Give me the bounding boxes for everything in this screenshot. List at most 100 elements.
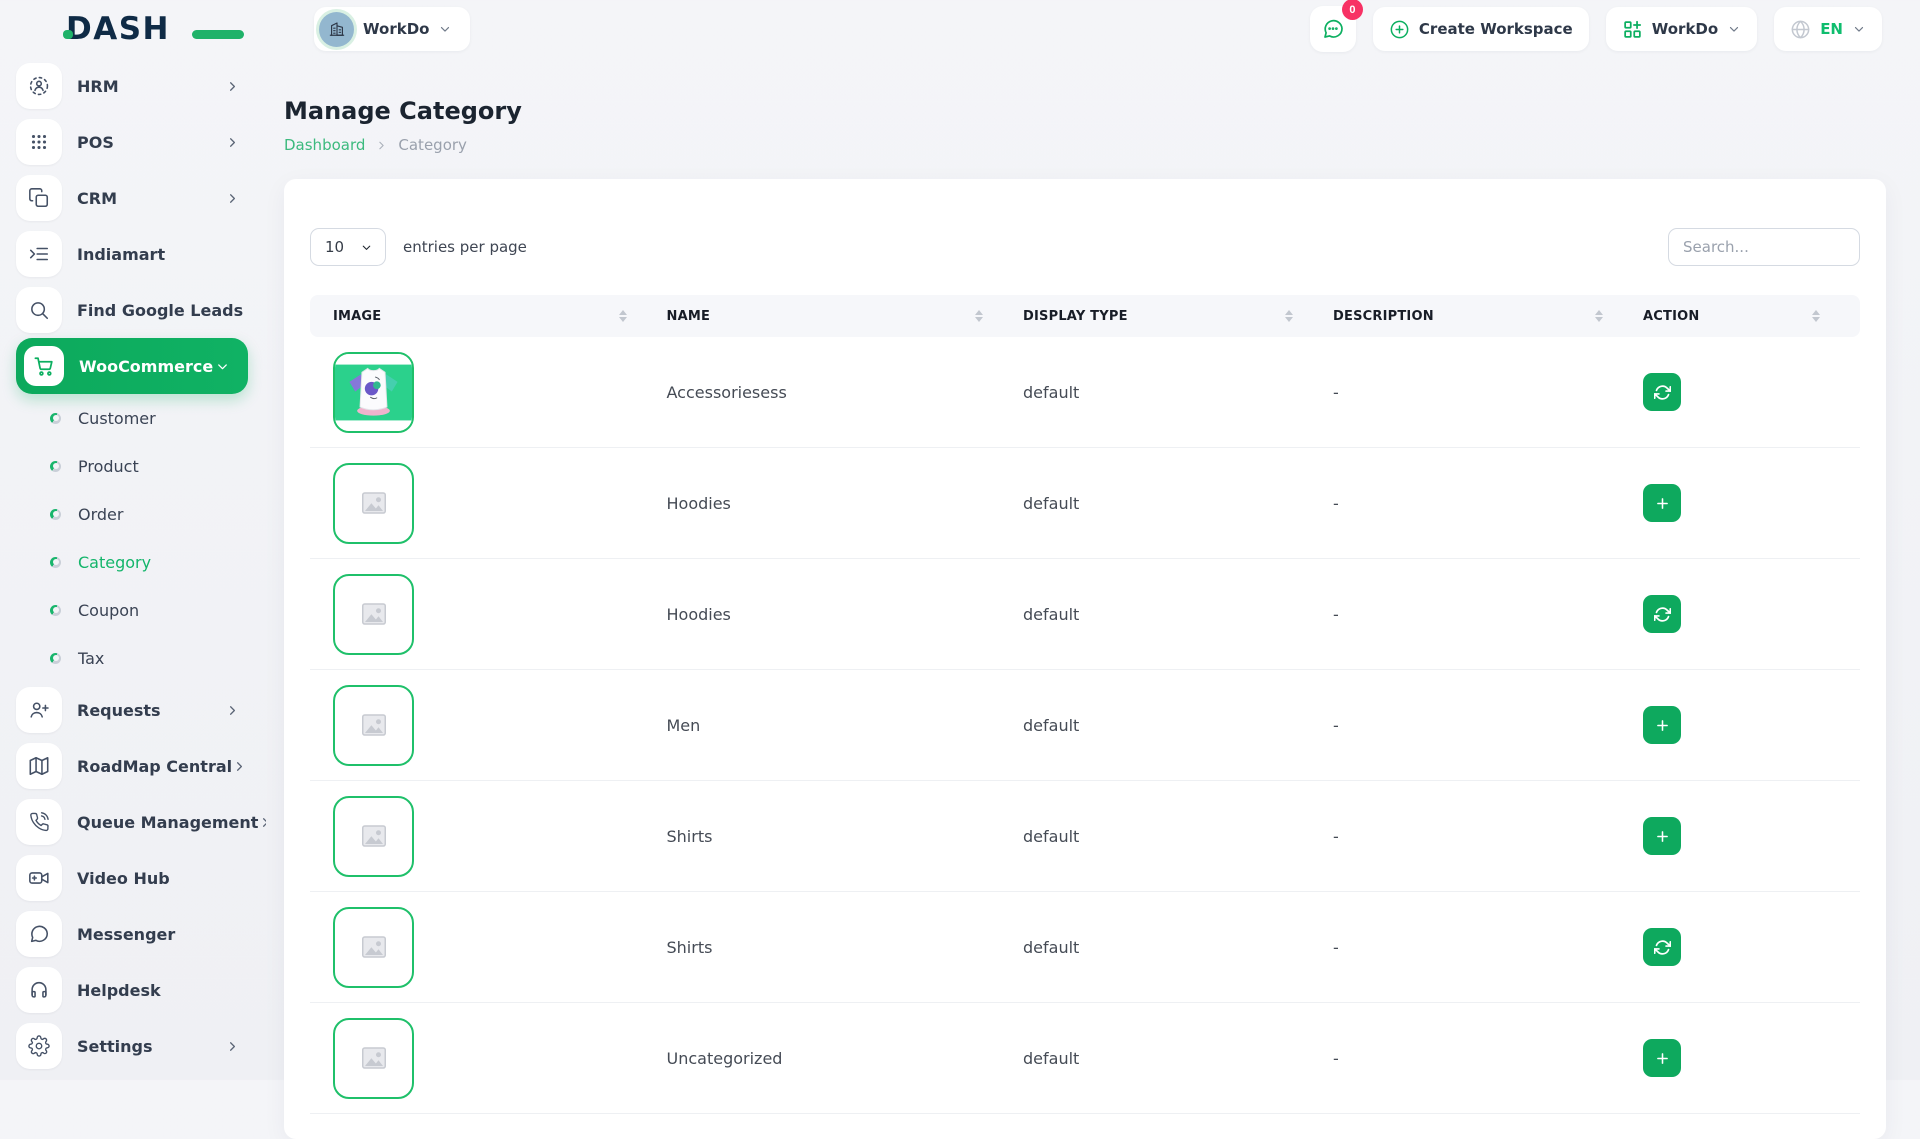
name-cell: Hoodies (667, 494, 1024, 513)
table-row: Shirts default - (310, 781, 1860, 892)
plus-icon (1654, 1050, 1671, 1067)
sidebar-subitem-label: Category (78, 553, 151, 572)
sidebar-item-helpdesk[interactable]: Helpdesk (16, 962, 266, 1018)
column-header-image[interactable]: IMAGE (310, 309, 667, 324)
display-type-cell: default (1023, 1049, 1333, 1068)
sidebar-subitem-label: Customer (78, 409, 156, 428)
sidebar-item-messenger[interactable]: Messenger (16, 906, 266, 962)
sidebar-item-hrm[interactable]: HRM (16, 58, 266, 114)
action-add-button[interactable] (1643, 1039, 1681, 1077)
action-refresh-button[interactable] (1643, 595, 1681, 633)
sidebar-item-requests[interactable]: Requests (16, 682, 266, 738)
column-header-description[interactable]: DESCRIPTION (1333, 309, 1643, 324)
grid-plus-icon (1622, 19, 1643, 40)
chevron-right-icon (225, 79, 240, 94)
sort-icon (619, 310, 627, 322)
sidebar-subitem-product[interactable]: Product (16, 442, 266, 490)
create-workspace-button[interactable]: Create Workspace (1373, 7, 1589, 51)
action-cell (1643, 595, 1860, 633)
column-header-display-type[interactable]: DISPLAY TYPE (1023, 309, 1333, 324)
headset-icon (16, 967, 62, 1013)
sidebar-item-label: Queue Management (77, 813, 258, 832)
action-refresh-button[interactable] (1643, 928, 1681, 966)
table-row: Shirts default - (310, 892, 1860, 1003)
video-icon (16, 855, 62, 901)
page-size-value: 10 (325, 238, 344, 256)
category-thumbnail (333, 574, 414, 655)
sort-icon (1285, 310, 1293, 322)
notification-badge: 0 (1342, 0, 1363, 20)
search-input[interactable] (1668, 228, 1860, 266)
bullet-icon (50, 605, 61, 616)
sidebar-subitem-category[interactable]: Category (16, 538, 266, 586)
breadcrumb-dashboard-link[interactable]: Dashboard (284, 136, 365, 154)
user-plus-icon (16, 687, 62, 733)
table-row: Accessoriesess default - (310, 337, 1860, 448)
chevron-right-icon (258, 815, 266, 830)
sort-icon (975, 310, 983, 322)
globe-icon (1790, 19, 1811, 40)
sidebar-item-label: Settings (77, 1037, 153, 1056)
action-refresh-button[interactable] (1643, 373, 1681, 411)
workdo-menu-button[interactable]: WorkDo (1606, 7, 1757, 51)
workspace-selector[interactable]: WorkDo (314, 7, 470, 51)
action-add-button[interactable] (1643, 706, 1681, 744)
description-cell: - (1333, 605, 1643, 624)
column-header-action[interactable]: ACTION (1643, 309, 1860, 324)
pos-grid-icon (16, 119, 62, 165)
sidebar-item-woocommerce[interactable]: WooCommerce (16, 338, 248, 394)
image-cell (310, 685, 667, 766)
sort-icon (1595, 310, 1603, 322)
sidebar-item-roadmap-central[interactable]: RoadMap Central (16, 738, 266, 794)
column-header-label: IMAGE (333, 309, 381, 324)
sidebar-item-indiamart[interactable]: Indiamart (16, 226, 266, 282)
image-cell (310, 1018, 667, 1099)
cart-icon (24, 346, 64, 386)
category-thumbnail (333, 352, 414, 433)
sidebar-subitem-tax[interactable]: Tax (16, 634, 266, 682)
display-type-cell: default (1023, 383, 1333, 402)
sidebar-subitem-customer[interactable]: Customer (16, 394, 266, 442)
category-thumbnail (333, 685, 414, 766)
sidebar-subitem-coupon[interactable]: Coupon (16, 586, 266, 634)
image-cell (310, 463, 667, 544)
language-selector[interactable]: EN (1774, 7, 1882, 51)
category-table-card: 10 entries per page IMAGE NAME DISPLAY T… (284, 179, 1886, 1139)
chat-bubble-icon (16, 911, 62, 957)
sidebar-item-settings[interactable]: Settings (16, 1018, 266, 1074)
sidebar-item-crm[interactable]: CRM (16, 170, 266, 226)
sidebar-item-find-google-leads[interactable]: Find Google Leads (16, 282, 266, 338)
action-add-button[interactable] (1643, 484, 1681, 522)
sidebar-item-pos[interactable]: POS (16, 114, 266, 170)
chevron-down-icon (1852, 22, 1866, 36)
image-cell (310, 352, 667, 433)
brand-logo[interactable]: DASH (66, 11, 216, 47)
chevron-right-icon (225, 191, 240, 206)
column-header-label: NAME (667, 309, 711, 324)
sidebar-subitem-order[interactable]: Order (16, 490, 266, 538)
workdo-menu-label: WorkDo (1652, 20, 1718, 38)
phone-call-icon (16, 799, 62, 845)
description-cell: - (1333, 716, 1643, 735)
messages-button[interactable]: 0 (1310, 6, 1356, 52)
description-cell: - (1333, 827, 1643, 846)
action-add-button[interactable] (1643, 817, 1681, 855)
sidebar-item-label: Helpdesk (77, 981, 161, 1000)
action-cell (1643, 484, 1860, 522)
chevron-down-icon (438, 22, 452, 36)
column-header-name[interactable]: NAME (667, 309, 1024, 324)
page-size-select[interactable]: 10 (310, 228, 386, 266)
sidebar-item-queue-management[interactable]: Queue Management (16, 794, 266, 850)
sidebar-item-label: POS (77, 133, 114, 152)
table-header-row: IMAGE NAME DISPLAY TYPE DESCRIPTION ACTI… (310, 295, 1860, 337)
chevron-right-icon (225, 1039, 240, 1054)
page-title: Manage Category (284, 96, 1920, 126)
refresh-icon (1654, 384, 1671, 401)
search-icon (16, 287, 62, 333)
sidebar-item-video-hub[interactable]: Video Hub (16, 850, 266, 906)
bullet-icon (50, 557, 61, 568)
action-cell (1643, 1039, 1860, 1077)
bullet-icon (50, 509, 61, 520)
action-cell (1643, 817, 1860, 855)
breadcrumb-separator-icon (375, 139, 388, 152)
